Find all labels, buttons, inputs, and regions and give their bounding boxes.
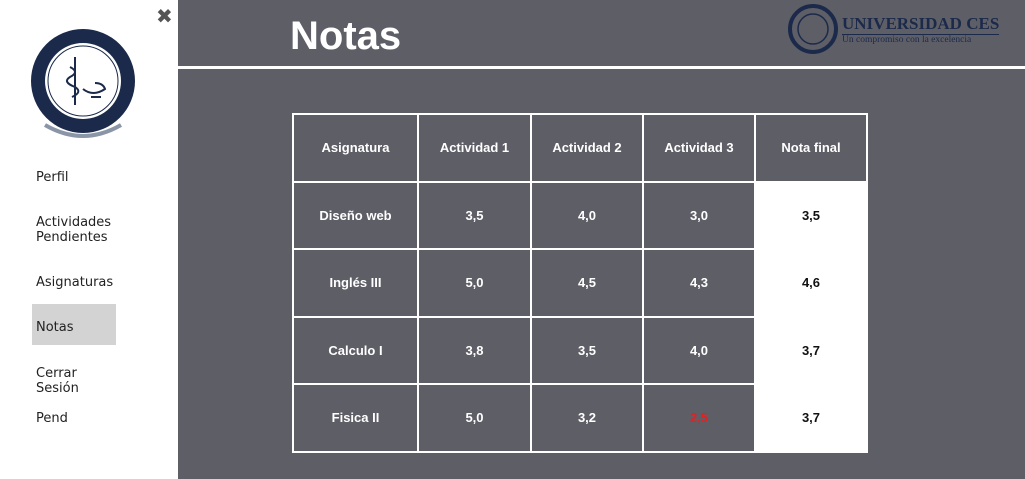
- table-row: Fisica II 5,0 3,2 2,5 3,7: [292, 383, 868, 453]
- grade-cell: 3,5: [530, 315, 644, 385]
- subject-cell: Inglés III: [292, 248, 419, 318]
- close-icon[interactable]: ✖: [156, 4, 173, 28]
- grade-cell: 3,8: [417, 315, 532, 385]
- grade-cell: 4,3: [642, 248, 756, 318]
- table-header-row: Asignatura Actividad 1 Actividad 2 Activ…: [292, 113, 868, 183]
- university-seal-logo: [31, 29, 135, 138]
- table-row: Calculo I 3,8 3,5 4,0 3,7: [292, 315, 868, 385]
- final-grade-cell: 3,7: [754, 383, 868, 453]
- grade-cell: 4,5: [530, 248, 644, 318]
- final-grade-cell: 4,6: [754, 248, 868, 318]
- grade-cell: 3,2: [530, 383, 644, 453]
- header-actividad-2: Actividad 2: [530, 113, 644, 183]
- logo-name: UNIVERSIDAD CES: [842, 13, 1000, 33]
- failing-grade-cell: 2,5: [642, 383, 756, 453]
- subject-cell: Fisica II: [292, 383, 419, 453]
- logo-tagline: Un compromiso con la excelencia: [842, 33, 1000, 45]
- final-grade-cell: 3,5: [754, 180, 868, 250]
- grade-cell: 3,5: [417, 180, 532, 250]
- header-actividad-3: Actividad 3: [642, 113, 756, 183]
- sidebar-item-asignaturas[interactable]: Asignaturas: [32, 275, 116, 290]
- grade-cell: 5,0: [417, 248, 532, 318]
- grades-table: Asignatura Actividad 1 Actividad 2 Activ…: [292, 113, 868, 453]
- table-row: Diseño web 3,5 4,0 3,0 3,5: [292, 180, 868, 250]
- header-actividad-1: Actividad 1: [417, 113, 532, 183]
- main-content: Notas UNIVERSIDAD CES Un compromiso con l…: [178, 0, 1025, 479]
- sidebar-item-notas[interactable]: Notas: [32, 304, 116, 345]
- final-grade-cell: 3,7: [754, 315, 868, 385]
- seal-icon: [788, 4, 838, 54]
- page-title: Notas: [290, 14, 402, 58]
- sidebar-item-actividades-pendientes[interactable]: Actividades Pendientes: [32, 215, 116, 245]
- subject-cell: Diseño web: [292, 180, 419, 250]
- sidebar-item-pend[interactable]: Pend: [32, 411, 116, 426]
- subject-cell: Calculo I: [292, 315, 419, 385]
- grade-cell: 5,0: [417, 383, 532, 453]
- grade-cell: 3,0: [642, 180, 756, 250]
- header-nota-final: Nota final: [754, 113, 868, 183]
- header-divider: [178, 66, 1025, 69]
- sidebar-item-cerrar-sesion[interactable]: Cerrar Sesión: [32, 366, 116, 396]
- grade-cell: 4,0: [530, 180, 644, 250]
- university-logo: UNIVERSIDAD CES Un compromiso con la exce…: [788, 4, 1000, 54]
- sidebar-item-perfil[interactable]: Perfil: [32, 170, 116, 185]
- header-asignatura: Asignatura: [292, 113, 419, 183]
- table-row: Inglés III 5,0 4,5 4,3 4,6: [292, 248, 868, 318]
- grade-cell: 4,0: [642, 315, 756, 385]
- sidebar: ✖ Perfil Actividades Pendientes Asignatu…: [0, 0, 178, 479]
